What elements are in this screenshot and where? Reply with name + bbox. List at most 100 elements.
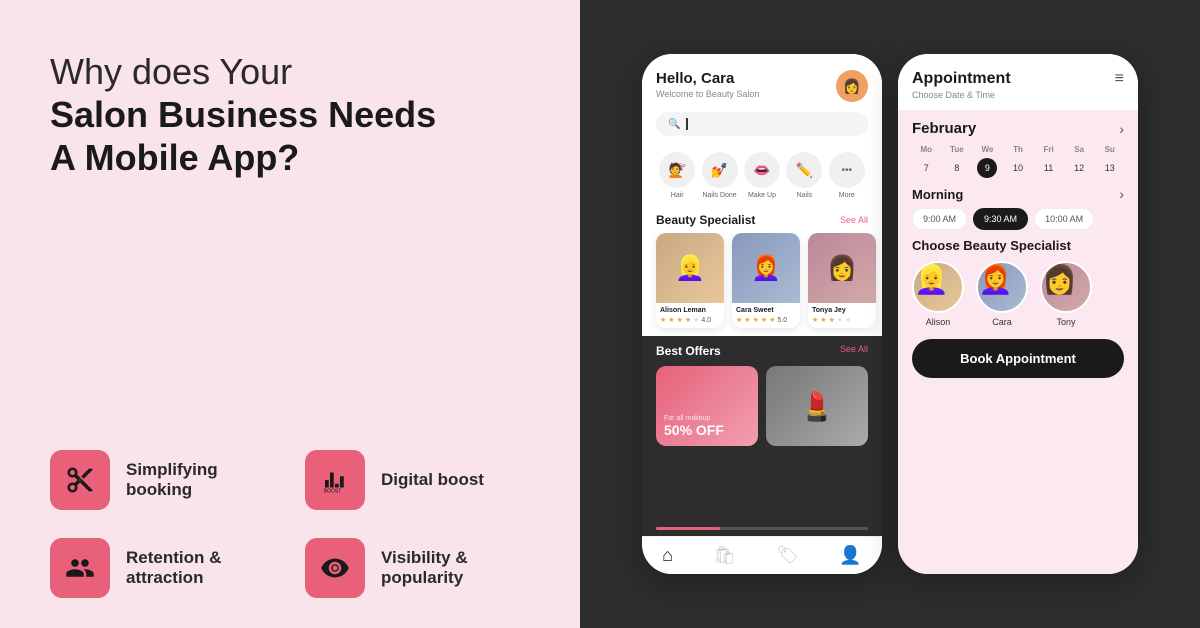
cat-hair-icon: 💇 xyxy=(659,152,695,188)
phone2-specialist-label: Choose Beauty Specialist xyxy=(912,238,1124,253)
specialist-tonya-info: Tonya Jey ★★★★★ xyxy=(808,303,876,328)
nav-profile-icon[interactable]: 👤 xyxy=(839,545,861,566)
time-chevron[interactable]: › xyxy=(1119,186,1124,202)
phone1-search[interactable]: 🔍 xyxy=(656,112,868,136)
boost-icon: BOOST xyxy=(320,465,350,495)
cat-hair-label: Hair xyxy=(671,192,684,199)
cal-header-mo: Mo xyxy=(912,143,941,156)
cal-day-11[interactable]: 11 xyxy=(1039,158,1059,178)
p2-spec-cara[interactable]: 👩‍🦰 Cara xyxy=(976,261,1028,327)
cat-nails-label: Nails xyxy=(797,192,813,199)
cal-day-8[interactable]: 8 xyxy=(947,158,967,178)
specialist-tonya-name: Tonya Jey xyxy=(812,307,872,314)
phone1-avatar: 👩 xyxy=(836,70,868,102)
cat-nailsdone[interactable]: 💅 Nails Done xyxy=(702,152,738,199)
phone-mockup-2: Appointment Choose Date & Time ≡ Februar… xyxy=(898,54,1138,574)
nav-bag-icon[interactable]: 🛍 xyxy=(713,545,736,566)
phone1-navbar: ⌂ 🛍 🏷 👤 xyxy=(642,536,882,574)
phone2-title-block: Appointment Choose Date & Time xyxy=(912,70,1011,100)
cal-header-su: Su xyxy=(1095,143,1124,156)
visibility-icon-box xyxy=(305,538,365,598)
phone2-specialist-list: 👱‍♀️ Alison 👩‍🦰 Cara 👩 xyxy=(912,261,1124,327)
best-offers-title: Best Offers xyxy=(656,344,721,358)
features-grid: Simplifying booking BOOST Digital boost … xyxy=(50,450,540,598)
specialist-section-title: Beauty Specialist xyxy=(656,213,755,227)
specialist-cara-stars: ★★★★★ 5.0 xyxy=(736,316,796,324)
feature-digital-label: Digital boost xyxy=(381,470,484,490)
offer-image[interactable]: 💄 xyxy=(766,366,868,446)
time-slot-930[interactable]: 9:30 AM xyxy=(973,208,1028,230)
cat-makeup[interactable]: 👄 Make Up xyxy=(744,152,780,199)
cat-hair[interactable]: 💇 Hair xyxy=(659,152,695,199)
phone2-inner: Appointment Choose Date & Time ≡ Februar… xyxy=(898,54,1138,574)
feature-digital: BOOST Digital boost xyxy=(305,450,540,510)
cal-day-12[interactable]: 12 xyxy=(1069,158,1089,178)
people-icon xyxy=(65,553,95,583)
time-label-row: Morning › xyxy=(912,186,1124,202)
left-section: Why does Your Salon Business NeedsA Mobi… xyxy=(0,0,580,628)
scissors-icon xyxy=(65,465,95,495)
cal-header-th: Th xyxy=(1004,143,1033,156)
retention-icon-box xyxy=(50,538,110,598)
nav-tag-icon[interactable]: 🏷 xyxy=(776,545,799,566)
p2-spec-cara-name: Cara xyxy=(992,317,1012,327)
specialist-alison-stars: ★★★★★ 4.0 xyxy=(660,316,720,324)
right-section: Hello, Cara Welcome to Beauty Salon 👩 🔍 … xyxy=(580,0,1200,628)
offer-bg: For all makeup 50% OFF xyxy=(656,366,758,446)
phone-mockup-1: Hello, Cara Welcome to Beauty Salon 👩 🔍 … xyxy=(642,54,882,574)
cat-makeup-icon: 👄 xyxy=(744,152,780,188)
specialist-tonya-stars: ★★★★★ xyxy=(812,316,872,324)
cal-day-7[interactable]: 7 xyxy=(916,158,936,178)
feature-simplifying: Simplifying booking xyxy=(50,450,285,510)
p2-spec-alison[interactable]: 👱‍♀️ Alison xyxy=(912,261,964,327)
simplifying-icon-box xyxy=(50,450,110,510)
cat-more[interactable]: ••• More xyxy=(829,152,865,199)
cat-more-icon: ••• xyxy=(829,152,865,188)
phone2-header: Appointment Choose Date & Time ≡ xyxy=(898,54,1138,110)
best-offers-see-all[interactable]: See All xyxy=(840,344,868,358)
specialist-alison[interactable]: 👱‍♀️ Alison Leman ★★★★★ 4.0 xyxy=(656,233,724,328)
phone1-specialists-list: 👱‍♀️ Alison Leman ★★★★★ 4.0 👩‍🦰 Cara Swe… xyxy=(642,233,882,336)
cat-nailsdone-icon: 💅 xyxy=(702,152,738,188)
phone1-header: Hello, Cara Welcome to Beauty Salon 👩 xyxy=(642,54,882,112)
specialist-cara[interactable]: 👩‍🦰 Cara Sweet ★★★★★ 5.0 xyxy=(732,233,800,328)
time-slots: 9:00 AM 9:30 AM 10:00 AM xyxy=(912,208,1124,230)
search-icon: 🔍 xyxy=(668,119,680,130)
cat-nails[interactable]: ✏️ Nails xyxy=(786,152,822,199)
offer-discount[interactable]: For all makeup 50% OFF xyxy=(656,366,758,446)
p2-spec-tony[interactable]: 👩 Tony xyxy=(1040,261,1092,327)
phone1-greeting-block: Hello, Cara Welcome to Beauty Salon xyxy=(656,70,759,99)
specialist-alison-photo: 👱‍♀️ xyxy=(656,233,724,303)
phone2-subtitle: Choose Date & Time xyxy=(912,90,1011,100)
book-appointment-button[interactable]: Book Appointment xyxy=(912,339,1124,378)
time-slot-900[interactable]: 9:00 AM xyxy=(912,208,967,230)
specialist-tonya[interactable]: 👩 Tonya Jey ★★★★★ xyxy=(808,233,876,328)
phone1-specialist-header: Beauty Specialist See All xyxy=(642,205,882,233)
phone1-bottom: Best Offers See All For all makeup 50% O… xyxy=(642,336,882,527)
p2-avatar-cara: 👩‍🦰 xyxy=(976,261,1028,313)
p2-spec-tony-name: Tony xyxy=(1056,317,1075,327)
feature-retention: Retention & attraction xyxy=(50,538,285,598)
cat-more-label: More xyxy=(839,192,855,199)
phone2-pink-area: February › Mo Tue We Th Fri Sa Su 7 8 9 xyxy=(898,110,1138,574)
cat-nails-icon: ✏️ xyxy=(786,152,822,188)
phone2-title: Appointment xyxy=(912,70,1011,88)
best-offers-header: Best Offers See All xyxy=(656,344,868,358)
nav-home-icon[interactable]: ⌂ xyxy=(662,545,673,566)
cal-day-13[interactable]: 13 xyxy=(1100,158,1120,178)
month-chevron[interactable]: › xyxy=(1119,121,1124,137)
cal-day-9[interactable]: 9 xyxy=(977,158,997,178)
search-cursor xyxy=(686,118,688,130)
specialist-alison-name: Alison Leman xyxy=(660,307,720,314)
time-slot-1000[interactable]: 10:00 AM xyxy=(1034,208,1094,230)
specialist-see-all[interactable]: See All xyxy=(840,215,868,225)
time-label: Morning xyxy=(912,187,963,202)
svg-text:BOOST: BOOST xyxy=(324,489,342,495)
cat-makeup-label: Make Up xyxy=(748,192,776,199)
cal-day-10[interactable]: 10 xyxy=(1008,158,1028,178)
headline-area: Why does Your Salon Business NeedsA Mobi… xyxy=(50,40,540,180)
eye-icon xyxy=(320,553,350,583)
menu-icon[interactable]: ≡ xyxy=(1115,70,1124,88)
calendar-section: February › Mo Tue We Th Fri Sa Su 7 8 9 xyxy=(912,120,1124,178)
feature-visibility-label: Visibility & popularity xyxy=(381,548,540,588)
